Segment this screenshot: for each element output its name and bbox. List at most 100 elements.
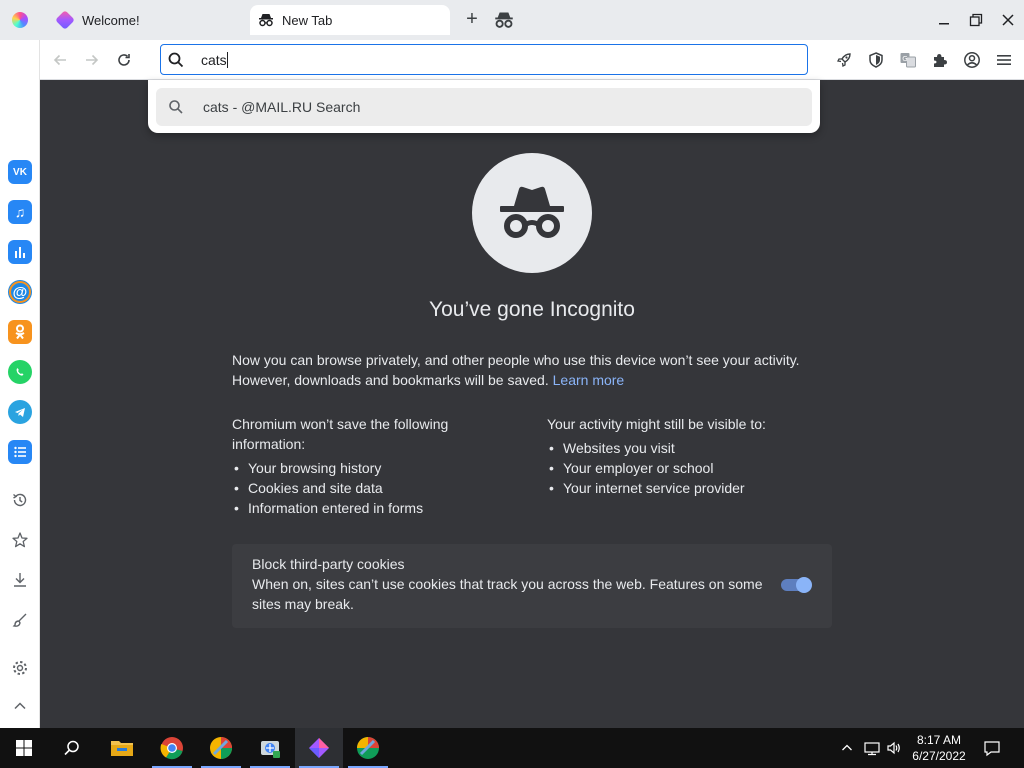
translate-icon: G: [900, 53, 916, 68]
start-button[interactable]: [0, 728, 48, 768]
sidebar-app-whatsapp[interactable]: [8, 360, 32, 384]
not-saved-section: Chromium won’t save the following inform…: [232, 414, 502, 518]
address-input[interactable]: cats: [201, 52, 228, 68]
forward-button[interactable]: [80, 48, 104, 72]
sidebar-app-mail[interactable]: @: [8, 280, 32, 304]
sidebar-app-stats[interactable]: [8, 240, 32, 264]
taskbar-clock[interactable]: 8:17 AM 6/27/2022: [906, 732, 972, 764]
sidebar-app-notes[interactable]: [8, 440, 32, 464]
star-icon: [12, 532, 28, 548]
suggestion-row[interactable]: cats - @MAIL.RU Search: [156, 88, 812, 126]
sidebar: VK ♫ @: [0, 40, 40, 728]
vk-icon: VK: [13, 166, 27, 178]
browser-app-icon-2: [357, 737, 379, 759]
chevron-up-icon: [842, 744, 852, 751]
toggle-knob: [796, 577, 812, 593]
reload-icon: [118, 54, 130, 66]
notification-center-button[interactable]: [980, 728, 1004, 768]
taskbar-incognito-browser[interactable]: [295, 728, 343, 768]
network-icon: [864, 742, 880, 756]
tray-network-button[interactable]: [862, 728, 882, 768]
tray-volume-button[interactable]: [884, 728, 904, 768]
not-saved-list: Your browsing history Cookies and site d…: [232, 458, 502, 518]
intro-text: Now you can browse privately, and other …: [232, 352, 800, 388]
extensions-icon: [934, 54, 947, 67]
list-item: Your employer or school: [547, 458, 827, 478]
incognito-window-icon[interactable]: [494, 10, 514, 30]
taskbar-browser-app[interactable]: [197, 728, 245, 768]
translate-button[interactable]: G: [898, 50, 918, 70]
back-button[interactable]: [48, 48, 72, 72]
sidebar-settings-button[interactable]: [10, 658, 30, 678]
account-icon: [964, 52, 980, 68]
sidebar-themes-button[interactable]: [10, 610, 30, 630]
extensions-button[interactable]: [930, 50, 950, 70]
text-cursor: [226, 52, 228, 68]
volume-icon: [887, 741, 900, 755]
account-button[interactable]: [962, 50, 982, 70]
bar-chart-icon: [15, 247, 25, 258]
minimize-button[interactable]: [932, 8, 956, 32]
list-item: Websites you visit: [547, 438, 827, 458]
tab-welcome[interactable]: Welcome!: [48, 5, 244, 35]
list-item: Cookies and site data: [232, 478, 502, 498]
sidebar-history-button[interactable]: [10, 490, 30, 510]
rocket-button[interactable]: [834, 50, 854, 70]
odnoklassniki-icon: [15, 324, 25, 340]
sidebar-app-telegram[interactable]: [8, 400, 32, 424]
taskbar-file-explorer[interactable]: [98, 728, 146, 768]
search-icon: [167, 51, 185, 69]
shield-icon: [869, 52, 883, 68]
taskbar-browser-app-2[interactable]: [344, 728, 392, 768]
restore-button[interactable]: [964, 8, 988, 32]
sidebar-app-ok[interactable]: [8, 320, 32, 344]
new-tab-button[interactable]: +: [462, 9, 482, 30]
close-button[interactable]: [996, 8, 1020, 32]
sidebar-collapse-button[interactable]: [10, 696, 30, 716]
menu-button[interactable]: [994, 50, 1014, 70]
address-bar[interactable]: cats: [160, 44, 808, 75]
block-cookies-toggle[interactable]: [781, 577, 812, 593]
taskbar-network-utility[interactable]: [246, 728, 294, 768]
list-item: Information entered in forms: [232, 498, 502, 518]
incognito-intro: Now you can browse privately, and other …: [232, 350, 832, 390]
settings-icon: [13, 661, 27, 675]
sidebar-app-music[interactable]: ♫: [8, 200, 32, 224]
toolbar: cats G: [40, 40, 1024, 80]
whatsapp-icon: [16, 368, 24, 376]
back-arrow-icon: [53, 54, 66, 66]
network-utility-icon: [261, 741, 280, 758]
tab-new-tab[interactable]: New Tab: [250, 5, 450, 35]
sidebar-downloads-button[interactable]: [10, 570, 30, 590]
still-visible-heading: Your activity might still be visible to:: [547, 416, 766, 432]
protect-button[interactable]: [866, 50, 886, 70]
address-input-value: cats: [201, 52, 227, 68]
still-visible-list: Websites you visit Your employer or scho…: [547, 438, 827, 498]
telegram-icon: [15, 408, 25, 417]
sidebar-bookmarks-button[interactable]: [10, 530, 30, 550]
list-item: Your browsing history: [232, 458, 502, 478]
history-icon: [13, 493, 27, 507]
tab-label: Welcome!: [82, 12, 140, 28]
rocket-icon: [837, 53, 851, 67]
sidebar-app-vk[interactable]: VK: [8, 160, 32, 184]
mail-icon: @: [9, 281, 31, 303]
notification-icon: [984, 741, 1000, 757]
tray-overflow-button[interactable]: [838, 728, 856, 768]
learn-more-link[interactable]: Learn more: [553, 372, 625, 388]
taskbar-search-button[interactable]: [48, 728, 96, 768]
clock-time: 8:17 AM: [916, 733, 962, 747]
page-title: You’ve gone Incognito: [429, 298, 635, 321]
search-icon: [168, 99, 184, 115]
chrome-icon: [160, 737, 183, 760]
incognito-icon: [258, 12, 274, 28]
omnibox-dropdown: cats - @MAIL.RU Search: [148, 80, 820, 133]
tab-label: New Tab: [282, 12, 333, 28]
taskbar-chrome[interactable]: [148, 728, 196, 768]
svg-text:G: G: [902, 55, 907, 63]
still-visible-section: Your activity might still be visible to:…: [547, 414, 827, 498]
tab-strip: Welcome! New Tab +: [0, 0, 1024, 40]
list-icon: [14, 446, 26, 458]
browser-logo-icon[interactable]: [12, 12, 28, 28]
reload-button[interactable]: [112, 48, 136, 72]
